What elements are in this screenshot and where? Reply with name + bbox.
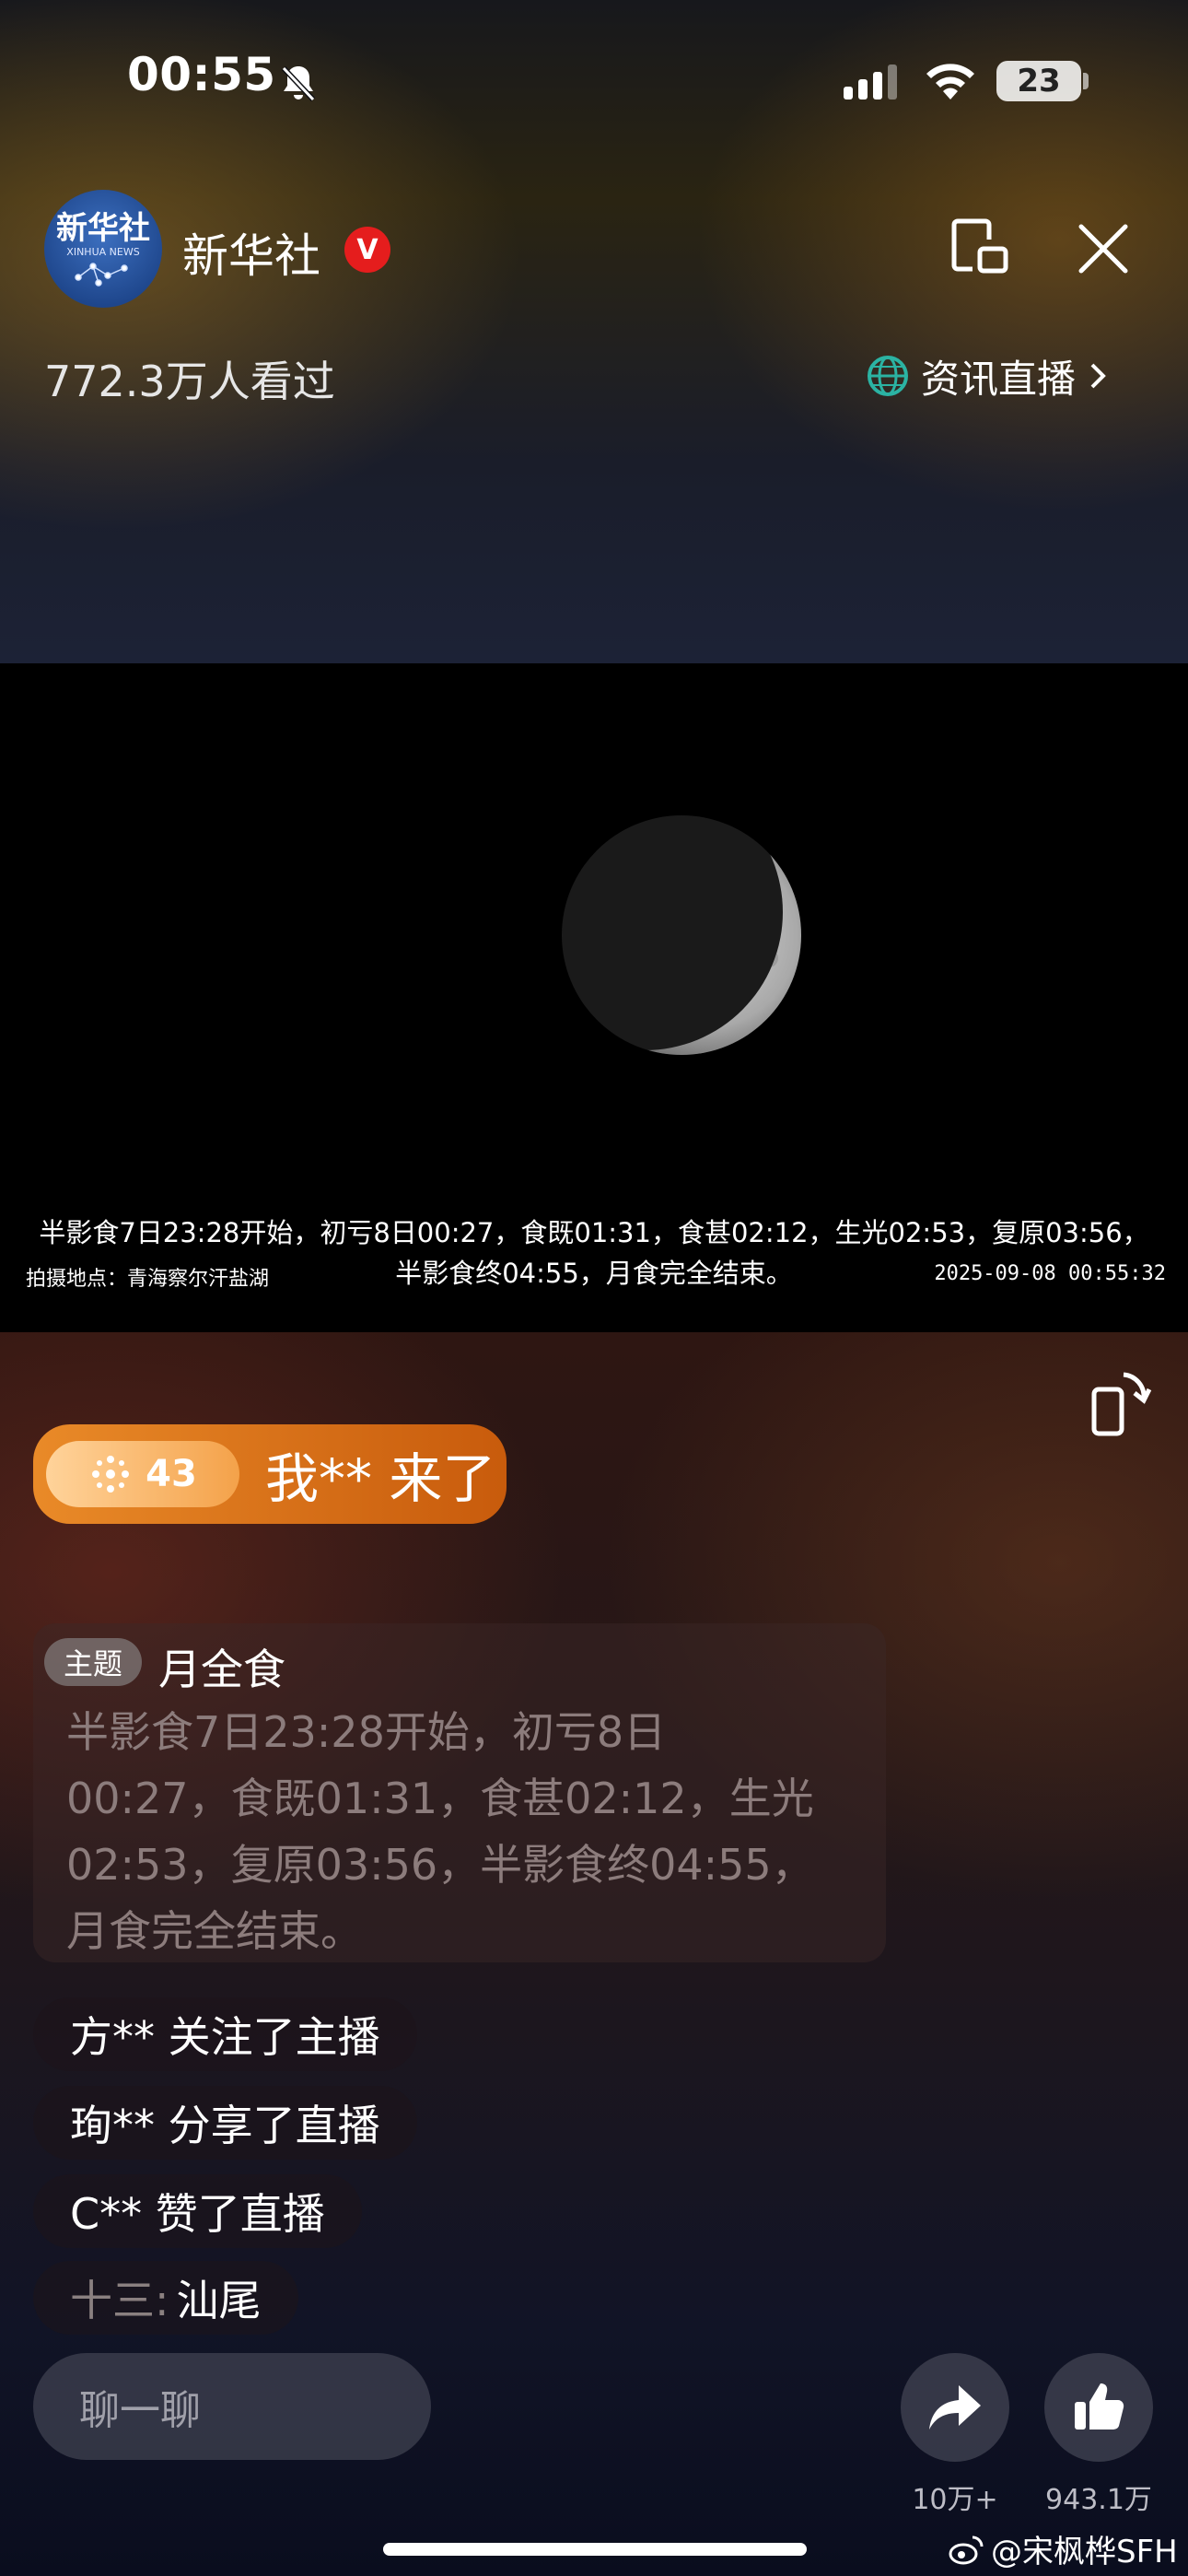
like-count: 943.1万 (1045, 2484, 1152, 2516)
chat-message: 珣** 分享了直播 (33, 2086, 417, 2160)
weibo-icon (949, 2535, 984, 2564)
chat-message-text: 方** 关注了主播 (70, 2012, 380, 2062)
chat-message-text: C** 赞了直播 (70, 2189, 325, 2239)
level-number: 43 (146, 1453, 197, 1495)
sparkle-icon (92, 1456, 130, 1493)
battery-tip (1083, 73, 1089, 89)
home-indicator[interactable] (383, 2543, 807, 2556)
battery-icon: 23 (996, 61, 1081, 101)
globe-icon (868, 356, 908, 396)
topic-desc-line: 02:53，复原03:56，半影食终04:55， (66, 1840, 814, 1890)
bell-muted-icon (281, 65, 316, 102)
topic-desc-line: 月食完全结束。 (66, 1906, 363, 1956)
thumbs-up-icon (1075, 2383, 1124, 2430)
wifi-icon (926, 64, 974, 100)
verified-badge: V (344, 227, 390, 273)
topic-title: 月全食 (158, 1645, 285, 1694)
chat-message: C** 赞了直播 (33, 2174, 362, 2248)
join-notice: 43 我** 来了 (33, 1424, 507, 1524)
avatar[interactable]: 新华社 XINHUA NEWS (44, 190, 162, 308)
avatar-logo-text: 新华社 (56, 210, 150, 247)
watermark: @宋枫桦SFH (949, 2526, 1178, 2571)
constellation-icon (75, 263, 128, 287)
channel-link[interactable]: 资讯直播 (866, 348, 1109, 404)
chat-message: 方** 关注了主播 (33, 1997, 417, 2071)
caption-line-1: 半影食7日23:28开始，初亏8日00:27，食既01:31，食甚02:12，生… (39, 1217, 1149, 1248)
like-button[interactable] (1044, 2353, 1153, 2462)
chat-message-text: 汕尾 (176, 2276, 262, 2325)
chevron-right-icon (1090, 363, 1106, 389)
topic-tag: 主题 (44, 1638, 142, 1686)
chat-message-text: 珣** 分享了直播 (70, 2101, 380, 2150)
topic-description: 半影食7日23:28开始，初亏8日 00:27，食既01:31，食甚02:12，… (66, 1699, 868, 1964)
close-icon[interactable] (1074, 219, 1133, 278)
watermark-text: @宋枫桦SFH (991, 2534, 1178, 2570)
viewer-count: 772.3万人看过 (44, 357, 335, 406)
status-time: 00:55 (127, 48, 276, 101)
topic-desc-line: 半影食7日23:28开始，初亏8日 (66, 1707, 667, 1757)
picture-in-picture-icon[interactable] (949, 216, 1013, 280)
avatar-logo-subtext: XINHUA NEWS (66, 246, 140, 258)
chat-message: 十三: 汕尾 (33, 2261, 298, 2335)
cellular-signal-icon (844, 64, 897, 100)
shooting-location: 拍摄地点：青海察尔汗盐湖 (26, 1268, 270, 1291)
channel-label: 资讯直播 (921, 356, 1077, 402)
account-name[interactable]: 新华社 (182, 219, 320, 286)
chat-input[interactable]: 聊一聊 (33, 2353, 431, 2460)
share-count: 10万+ (912, 2484, 998, 2516)
share-arrow-icon (929, 2385, 981, 2430)
join-text: 我** 来了 (265, 1447, 496, 1510)
chat-message-user: 十三: (70, 2276, 169, 2325)
rotate-screen-icon[interactable] (1087, 1365, 1153, 1439)
share-button[interactable] (901, 2353, 1009, 2462)
topic-desc-line: 00:27，食既01:31，食甚02:12，生光 (66, 1774, 814, 1823)
level-badge: 43 (46, 1441, 239, 1507)
video-timestamp: 2025-09-08 00:55:32 (934, 1262, 1166, 1285)
